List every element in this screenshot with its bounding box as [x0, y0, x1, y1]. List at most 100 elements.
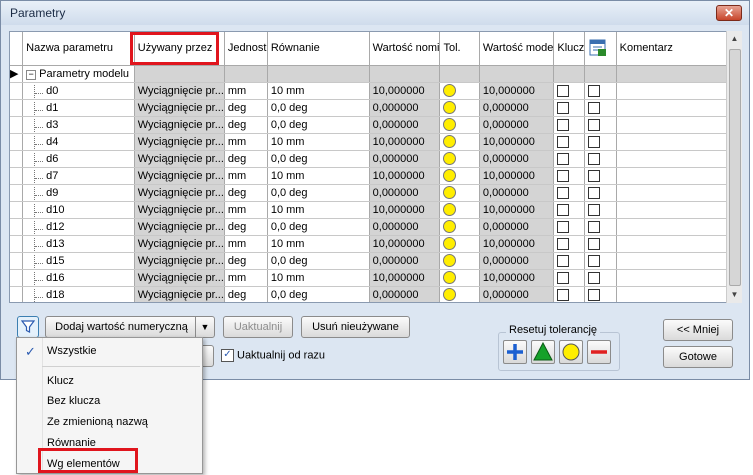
key-cell[interactable]: [553, 269, 586, 287]
unit-cell[interactable]: deg: [224, 286, 268, 302]
unit-cell[interactable]: mm: [224, 269, 268, 287]
equation-cell[interactable]: 0,0 deg: [267, 218, 370, 236]
key-checkbox[interactable]: [557, 271, 570, 284]
unit-cell[interactable]: mm: [224, 82, 268, 100]
export-checkbox[interactable]: [588, 101, 601, 114]
comment-cell[interactable]: [616, 133, 741, 151]
param-name-cell[interactable]: d1: [22, 99, 135, 117]
unit-cell[interactable]: deg: [224, 252, 268, 270]
table-row[interactable]: d12 Wyciągnięcie pr... deg 0,0 deg 0,000000 0…: [10, 218, 741, 236]
add-numeric-button[interactable]: Dodaj wartość numeryczną ▼: [45, 316, 215, 338]
used-by-cell[interactable]: Wyciągnięcie pr...: [134, 99, 225, 117]
done-button[interactable]: Gotowe: [663, 346, 733, 368]
export-cell[interactable]: [584, 99, 617, 117]
collapse-icon[interactable]: −: [26, 69, 37, 80]
key-cell[interactable]: [553, 218, 586, 236]
table-row[interactable]: d10 Wyciągnięcie pr... mm 10 mm 10,000000 10,…: [10, 201, 741, 219]
tolerance-cell[interactable]: [439, 167, 480, 185]
param-name-cell[interactable]: d16: [22, 269, 135, 287]
col-header-export[interactable]: [584, 32, 617, 66]
param-name-cell[interactable]: d10: [22, 201, 135, 219]
comment-cell[interactable]: [616, 252, 741, 270]
key-checkbox[interactable]: [557, 220, 570, 233]
unit-cell[interactable]: mm: [224, 235, 268, 253]
equation-cell[interactable]: 10 mm: [267, 201, 370, 219]
export-cell[interactable]: [584, 252, 617, 270]
export-cell[interactable]: [584, 150, 617, 168]
used-by-cell[interactable]: Wyciągnięcie pr...: [134, 150, 225, 168]
used-by-cell[interactable]: Wyciągnięcie pr...: [134, 201, 225, 219]
unit-cell[interactable]: mm: [224, 167, 268, 185]
scroll-down-icon[interactable]: ▼: [727, 287, 742, 303]
export-checkbox[interactable]: [588, 254, 601, 267]
export-cell[interactable]: [584, 201, 617, 219]
comment-cell[interactable]: [616, 184, 741, 202]
add-numeric-dropdown-icon[interactable]: ▼: [195, 317, 214, 337]
tolerance-cell[interactable]: [439, 82, 480, 100]
tolerance-circle-icon[interactable]: [443, 220, 457, 233]
export-checkbox[interactable]: [588, 203, 601, 216]
col-header-comment[interactable]: Komentarz: [616, 32, 741, 66]
tolerance-cell[interactable]: [439, 235, 480, 253]
tolerance-cell[interactable]: [439, 252, 480, 270]
key-cell[interactable]: [553, 99, 586, 117]
tolerance-circle-icon[interactable]: [443, 186, 457, 199]
key-checkbox[interactable]: [557, 118, 570, 131]
export-checkbox[interactable]: [588, 186, 601, 199]
comment-cell[interactable]: [616, 82, 741, 100]
table-row[interactable]: d15 Wyciągnięcie pr... deg 0,0 deg 0,000000 0…: [10, 252, 741, 270]
comment-cell[interactable]: [616, 201, 741, 219]
tolerance-circle-icon[interactable]: [443, 118, 457, 131]
col-header-equation[interactable]: Równanie: [267, 32, 370, 66]
equation-cell[interactable]: 0,0 deg: [267, 116, 370, 134]
comment-cell[interactable]: [616, 218, 741, 236]
key-cell[interactable]: [553, 82, 586, 100]
col-header-nominal[interactable]: Wartość nomi: [369, 32, 441, 66]
tolerance-cell[interactable]: [439, 133, 480, 151]
export-cell[interactable]: [584, 235, 617, 253]
key-cell[interactable]: [553, 150, 586, 168]
param-name-cell[interactable]: d13: [22, 235, 135, 253]
close-button[interactable]: ✕: [716, 5, 742, 21]
export-checkbox[interactable]: [588, 271, 601, 284]
equation-cell[interactable]: 10 mm: [267, 133, 370, 151]
tolerance-cell[interactable]: [439, 201, 480, 219]
export-checkbox[interactable]: [588, 220, 601, 233]
export-cell[interactable]: [584, 133, 617, 151]
equation-cell[interactable]: 0,0 deg: [267, 99, 370, 117]
param-name-cell[interactable]: d18: [22, 286, 135, 302]
used-by-cell[interactable]: Wyciągnięcie pr...: [134, 82, 225, 100]
unit-cell[interactable]: mm: [224, 133, 268, 151]
tolerance-cell[interactable]: [439, 269, 480, 287]
tolerance-cell[interactable]: [439, 218, 480, 236]
tolerance-circle-icon[interactable]: [443, 152, 457, 165]
equation-cell[interactable]: 10 mm: [267, 167, 370, 185]
tolerance-cell[interactable]: [439, 99, 480, 117]
equation-cell[interactable]: 0,0 deg: [267, 184, 370, 202]
upper-tolerance-button[interactable]: [503, 340, 527, 364]
key-checkbox[interactable]: [557, 84, 570, 97]
menu-item-no-key[interactable]: Bez klucza: [47, 395, 100, 407]
update-immediately-option[interactable]: ✓ Uaktualnij od razu: [221, 349, 325, 362]
comment-cell[interactable]: [616, 99, 741, 117]
table-row[interactable]: d4 Wyciągnięcie pr... mm 10 mm 10,000000 10,0…: [10, 133, 741, 151]
key-checkbox[interactable]: [557, 152, 570, 165]
median-tolerance-button[interactable]: [531, 340, 555, 364]
less-button[interactable]: << Mniej: [663, 319, 733, 341]
key-checkbox[interactable]: [557, 203, 570, 216]
scroll-up-icon[interactable]: ▲: [727, 31, 742, 47]
key-checkbox[interactable]: [557, 237, 570, 250]
equation-cell[interactable]: 0,0 deg: [267, 286, 370, 302]
tolerance-circle-icon[interactable]: [443, 169, 457, 182]
param-name-cell[interactable]: d15: [22, 252, 135, 270]
menu-item-key[interactable]: Klucz: [47, 375, 74, 387]
param-name-cell[interactable]: d7: [22, 167, 135, 185]
key-cell[interactable]: [553, 116, 586, 134]
used-by-cell[interactable]: Wyciągnięcie pr...: [134, 116, 225, 134]
equation-cell[interactable]: 0,0 deg: [267, 252, 370, 270]
col-header-model-value[interactable]: Wartość mode: [479, 32, 555, 66]
unit-cell[interactable]: deg: [224, 116, 268, 134]
used-by-cell[interactable]: Wyciągnięcie pr...: [134, 167, 225, 185]
menu-item-renamed[interactable]: Ze zmienioną nazwą: [47, 416, 148, 428]
tolerance-circle-icon[interactable]: [443, 288, 457, 301]
